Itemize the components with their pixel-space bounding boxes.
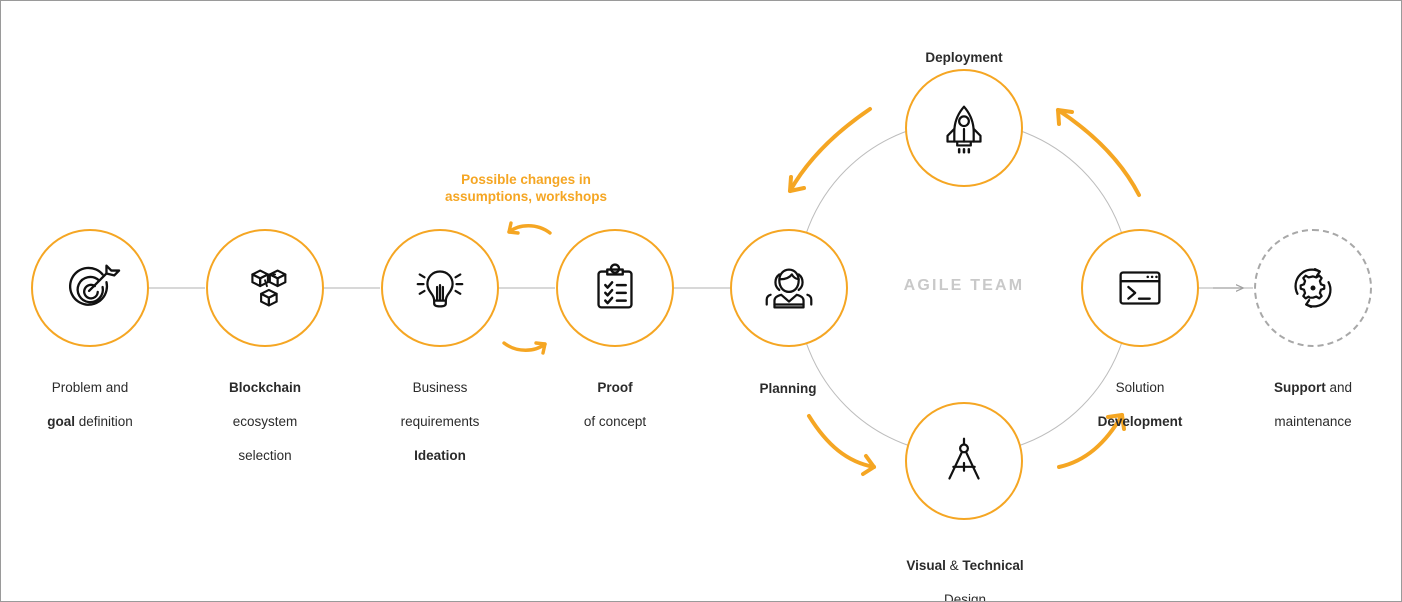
caption-line: goal xyxy=(47,414,75,429)
node-support-maintenance[interactable] xyxy=(1254,229,1372,347)
caption-line: Support xyxy=(1273,380,1326,395)
lightbulb-icon xyxy=(416,270,464,308)
blockchain-cubes-icon xyxy=(251,269,287,307)
caption-line: Blockchain xyxy=(228,380,302,395)
node-proof-of-concept[interactable] xyxy=(556,229,674,347)
agile-team-label: AGILE TEAM xyxy=(874,277,1054,295)
node-business-requirements[interactable] xyxy=(381,229,499,347)
people-group-icon xyxy=(765,268,813,309)
caption-deployment: Deployment xyxy=(883,32,1045,66)
caption-line: Technical xyxy=(962,558,1024,573)
caption-business-requirements: Business requirements Ideation xyxy=(359,362,521,464)
caption-planning: Planning xyxy=(707,363,869,397)
rocket-icon xyxy=(946,105,982,154)
caption-proof-of-concept: Proof of concept xyxy=(534,362,696,430)
caption-line: Development xyxy=(1097,414,1183,429)
caption-line: requirements xyxy=(400,414,480,429)
diagram-canvas: Problem and goal definition Blockchain e… xyxy=(0,0,1402,602)
terminal-icon xyxy=(1119,271,1161,305)
caption-line: Proof xyxy=(597,380,633,395)
node-visual-technical-design[interactable] xyxy=(905,402,1023,520)
node-solution-development[interactable] xyxy=(1081,229,1199,347)
caption-line: and xyxy=(1325,380,1353,395)
caption-line: maintenance xyxy=(1274,414,1352,429)
node-blockchain-ecosystem[interactable] xyxy=(206,229,324,347)
caption-line: Business xyxy=(412,380,468,395)
caption-line: Solution xyxy=(1115,380,1165,395)
caption-line: of concept xyxy=(583,414,647,429)
loop-label-possible-changes: Possible changes in assumptions, worksho… xyxy=(436,171,616,205)
caption-line: ecosystem xyxy=(232,414,298,429)
caption-line: Design xyxy=(943,592,987,602)
caption-support-maintenance: Support and maintenance xyxy=(1232,362,1394,430)
gear-refresh-icon xyxy=(1294,267,1332,309)
caption-line: Deployment xyxy=(925,50,1003,65)
caption-line: Planning xyxy=(759,381,817,396)
caption-line: Visual xyxy=(906,558,946,573)
agile-team-text: AGILE TEAM xyxy=(903,277,1025,294)
target-icon xyxy=(69,264,121,306)
caption-solution-development: Solution Development xyxy=(1059,362,1221,430)
compass-icon xyxy=(948,437,980,480)
caption-line: & xyxy=(945,558,963,573)
caption-problem-goal: Problem and goal definition xyxy=(9,362,171,430)
node-problem-goal[interactable] xyxy=(31,229,149,347)
loop-label-text: Possible changes in assumptions, worksho… xyxy=(444,172,608,204)
node-planning[interactable] xyxy=(730,229,848,347)
caption-line: Ideation xyxy=(414,448,466,463)
caption-line: Problem and xyxy=(51,380,129,395)
caption-blockchain-ecosystem: Blockchain ecosystem selection xyxy=(184,362,346,464)
clipboard-checklist-icon xyxy=(597,263,633,309)
node-deployment[interactable] xyxy=(905,69,1023,187)
caption-visual-technical-design: Visual & Technical Design xyxy=(881,540,1049,602)
caption-line: definition xyxy=(74,414,133,429)
caption-line: selection xyxy=(238,448,292,463)
